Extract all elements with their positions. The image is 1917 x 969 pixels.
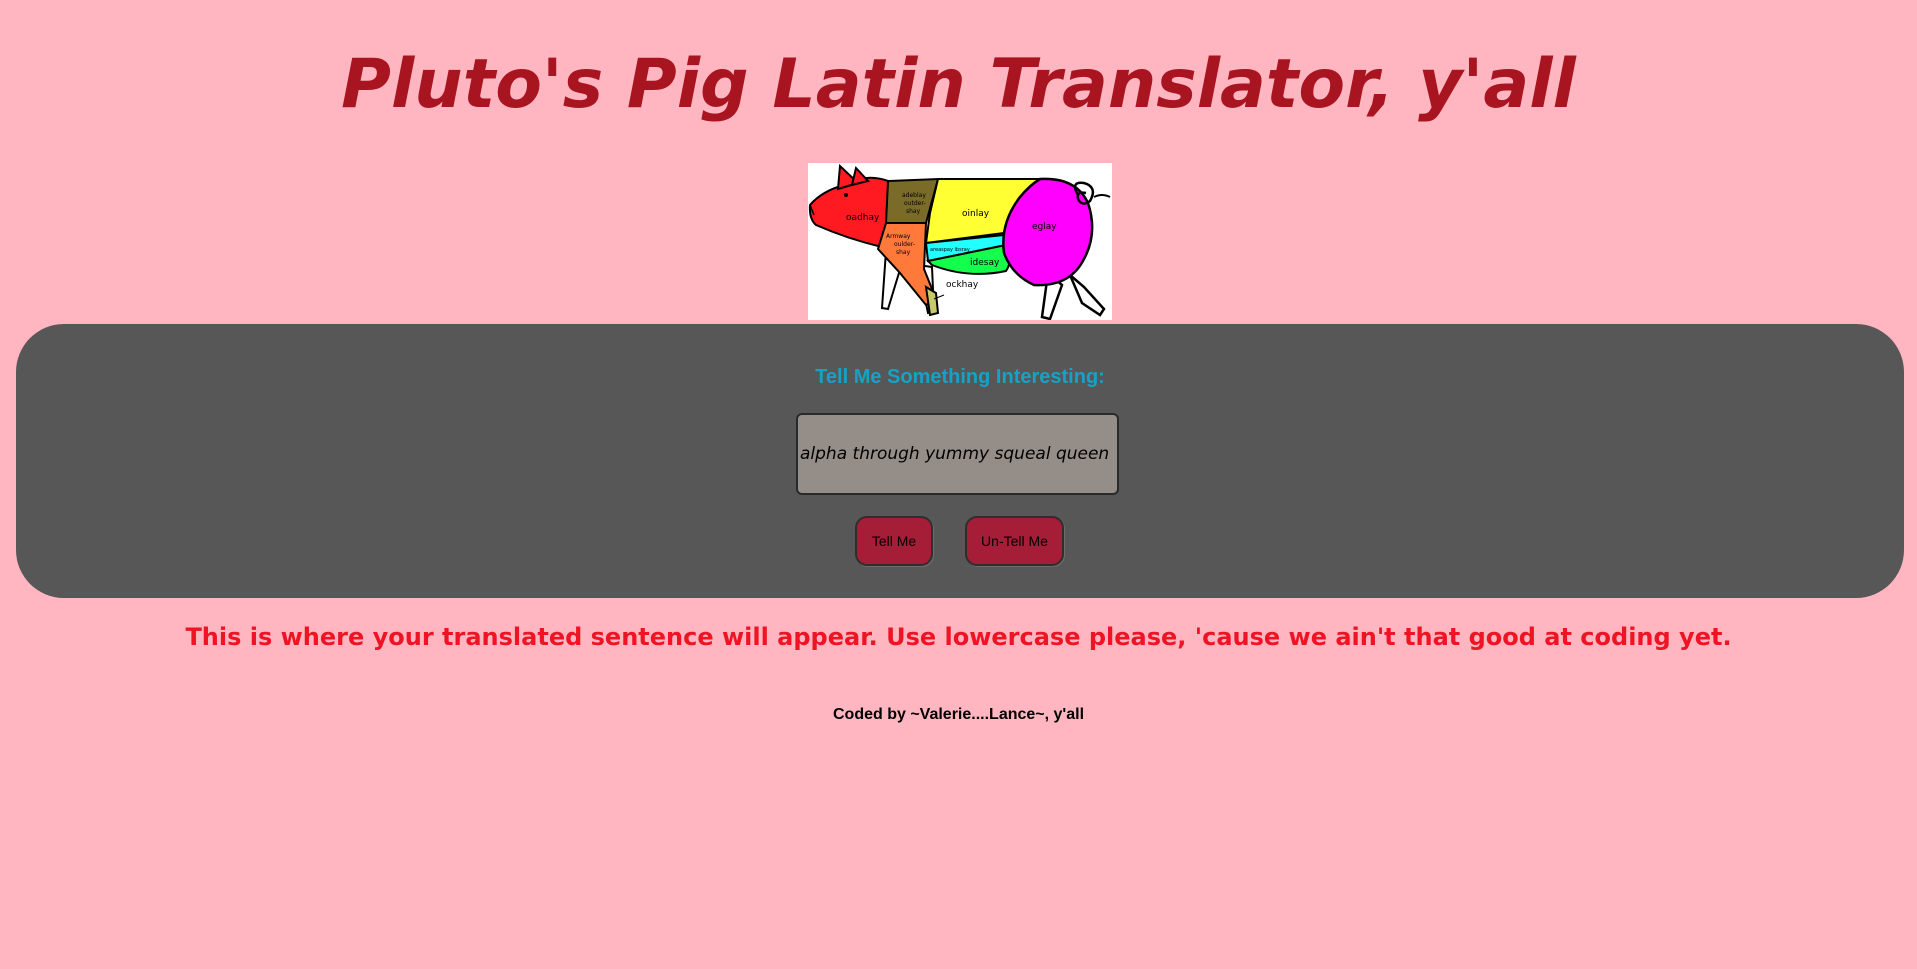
svg-text:outder-: outder- bbox=[904, 200, 926, 207]
svg-text:areaspay ibsray: areaspay ibsray bbox=[930, 247, 970, 253]
page-title: Pluto's Pig Latin Translator, y'all bbox=[341, 45, 1576, 124]
translator-panel: Tell Me Something Interesting: Tell Me U… bbox=[16, 324, 1904, 598]
svg-text:oinlay: oinlay bbox=[962, 209, 990, 219]
tell-me-button[interactable]: Tell Me bbox=[855, 516, 933, 566]
svg-text:oulder-: oulder- bbox=[894, 241, 915, 248]
svg-text:Armway: Armway bbox=[886, 233, 911, 240]
footer-credit: Coded by ~Valerie....Lance~, y'all bbox=[832, 706, 1085, 723]
svg-text:adeblay: adeblay bbox=[902, 192, 926, 199]
svg-text:idesay: idesay bbox=[970, 258, 1000, 268]
pig-butcher-chart-image: oadhay adeblay outder- shay oinlay eglay… bbox=[808, 163, 1112, 320]
prompt-label: Tell Me Something Interesting: bbox=[815, 366, 1105, 388]
svg-text:oadhay: oadhay bbox=[846, 213, 880, 223]
translation-output: This is where your translated sentence w… bbox=[185, 623, 1732, 651]
svg-text:ockhay: ockhay bbox=[946, 280, 979, 290]
svg-text:eglay: eglay bbox=[1032, 222, 1057, 232]
untell-me-button[interactable]: Un-Tell Me bbox=[965, 516, 1064, 566]
svg-text:shay: shay bbox=[906, 208, 921, 215]
sentence-input[interactable] bbox=[796, 413, 1119, 495]
svg-text:shay: shay bbox=[896, 249, 911, 256]
